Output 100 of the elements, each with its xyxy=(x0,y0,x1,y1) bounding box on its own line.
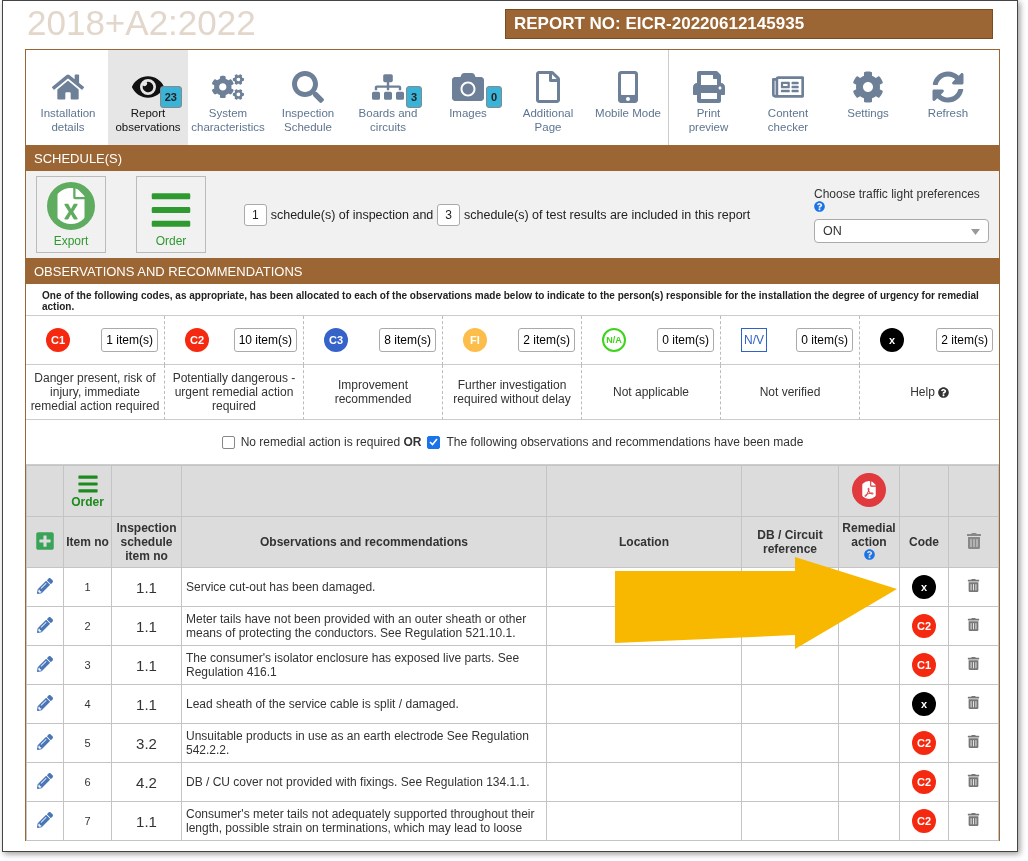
count-badge: 0 xyxy=(485,86,502,108)
code-description: Improvement recommended xyxy=(333,378,413,406)
delete-icon[interactable] xyxy=(967,657,980,670)
code-badge: C1 xyxy=(46,328,70,352)
delete-icon[interactable] xyxy=(967,813,980,826)
checkbox[interactable] xyxy=(427,435,441,449)
observation-text: Lead sheath of the service cable is split / damaged. xyxy=(186,697,459,711)
code-badge: C1 xyxy=(912,653,936,677)
schedule-text: schedule(s) of test results are included in this report xyxy=(464,207,751,222)
add-icon[interactable] xyxy=(35,530,55,551)
item-count: 1 item(s) xyxy=(101,328,158,352)
toolbar-label: Images xyxy=(449,106,487,120)
code-badge: x xyxy=(880,328,904,352)
toolbar-icon xyxy=(372,71,404,103)
toolbar-item[interactable]: System characteristics xyxy=(188,50,268,145)
column-header: Inspection schedule item no xyxy=(116,521,177,563)
count-badge: 3 xyxy=(405,86,422,108)
toolbar-icon xyxy=(452,71,484,103)
toolbar-item[interactable]: 0 Images xyxy=(428,50,508,145)
delete-icon[interactable] xyxy=(967,618,980,631)
edit-icon[interactable] xyxy=(37,733,53,750)
observation-text: Consumer's meter tails not adequately supported throughout their length, possible strain on terminations, which may lead to loose xyxy=(186,807,535,835)
code-badge: N/A xyxy=(602,328,626,352)
toolbar-item[interactable]: 3 Boards and circuits xyxy=(348,50,428,145)
toolbar-label: Mobile Mode xyxy=(595,106,661,120)
toolbar-label: Content checker xyxy=(766,106,810,134)
checkbox-label: No remedial action is required OR xyxy=(240,435,422,449)
checkbox[interactable] xyxy=(221,435,235,449)
schedule-item-number: 4.2 xyxy=(136,773,157,791)
delete-icon[interactable] xyxy=(967,774,980,787)
toolbar-label: Installation details xyxy=(39,106,97,134)
delete-icon[interactable] xyxy=(967,735,980,748)
toolbar-item[interactable]: Installation details xyxy=(28,50,108,145)
item-count: 8 item(s) xyxy=(379,328,436,352)
caret-icon xyxy=(971,228,980,235)
schedule-item-number: 3.2 xyxy=(136,734,157,752)
code-description[interactable]: Help xyxy=(910,385,935,399)
item-count: 0 item(s) xyxy=(796,328,853,352)
code-badge: N/V xyxy=(741,328,767,352)
code-badge: x xyxy=(912,692,936,716)
edit-icon[interactable] xyxy=(37,772,53,789)
delete-icon[interactable] xyxy=(967,696,980,709)
code-badge: C2 xyxy=(912,614,936,638)
edit-icon[interactable] xyxy=(37,577,53,594)
observation-text: Meter tails have not been provided with an outer sheath or other means of protecting the conductors. See Regulation 521.10.1. xyxy=(186,612,527,640)
item-count: 10 item(s) xyxy=(233,328,297,352)
toolbar-label: Boards and circuits xyxy=(357,106,419,134)
order-button[interactable]: Order xyxy=(136,176,206,253)
schedule-text: schedule(s) of inspection and xyxy=(270,207,434,222)
pdf-icon[interactable] xyxy=(852,472,886,507)
code-badge: C2 xyxy=(912,809,936,833)
item-count: 2 item(s) xyxy=(936,328,993,352)
toolbar-item[interactable]: Mobile Mode xyxy=(588,50,668,145)
item-number: 4 xyxy=(84,698,91,710)
toolbar-label: Report observations xyxy=(114,106,182,134)
toolbar-item[interactable]: Inspection Schedule xyxy=(268,50,348,145)
edit-icon[interactable] xyxy=(37,694,53,711)
column-header: DB / Circuit reference xyxy=(757,528,823,556)
test-count-field[interactable]: 3 xyxy=(437,203,460,226)
code-badge: C2 xyxy=(912,731,936,755)
item-number: 5 xyxy=(84,737,91,749)
toolbar-item[interactable]: Settings xyxy=(828,50,908,145)
edit-icon[interactable] xyxy=(37,655,53,672)
item-count: 2 item(s) xyxy=(518,328,575,352)
code-description: Danger present, risk of injury, immediate remedial action required xyxy=(30,371,160,413)
column-header: Item no xyxy=(66,535,109,549)
section-header: SCHEDULE(S) xyxy=(26,145,999,171)
column-header: Observations and recommendations xyxy=(259,535,469,549)
observation-text: DB / CU cover not provided with fixings. See Regulation 134.1.1. xyxy=(186,775,530,789)
toolbar-item[interactable]: Additional Page xyxy=(508,50,588,145)
edit-icon[interactable] xyxy=(37,616,53,633)
traffic-light-select[interactable]: ON xyxy=(814,218,989,243)
delete-icon[interactable] xyxy=(965,532,982,549)
inspection-count-field[interactable]: 1 xyxy=(244,203,267,226)
menu-icon xyxy=(76,473,99,495)
export-button[interactable]: Export xyxy=(36,176,106,253)
delete-icon[interactable] xyxy=(967,579,980,592)
toolbar-item[interactable]: Content checker xyxy=(748,50,828,145)
toolbar-item[interactable]: 23 Report observations xyxy=(108,50,188,145)
schedule-item-number: 1.1 xyxy=(136,656,157,674)
edit-icon[interactable] xyxy=(37,811,53,828)
toolbar-item[interactable]: Refresh xyxy=(908,50,988,145)
section-header: OBSERVATIONS AND RECOMMENDATIONS xyxy=(26,258,999,284)
observation-text: Unsuitable products in use as an earth electrode See Regulation 542.2.2. xyxy=(186,729,529,757)
observation-text: The consumer's isolator enclosure has exposed live parts. See Regulation 416.1 xyxy=(186,651,520,679)
item-number: 3 xyxy=(84,659,91,671)
toolbar-label: Inspection Schedule xyxy=(280,106,336,134)
toolbar-icon xyxy=(212,71,244,103)
toolbar-icon xyxy=(932,71,964,103)
checkbox-label: The following observations and recommendations have been made xyxy=(446,435,804,449)
toolbar-label: System characteristics xyxy=(190,106,266,134)
code-badge: FI xyxy=(463,328,487,352)
code-badge: C2 xyxy=(912,770,936,794)
toolbar-label: Settings xyxy=(847,106,889,120)
code-description: Not verified xyxy=(759,385,821,399)
toolbar-label: Additional Page xyxy=(521,106,575,134)
code-description: Potentially dangerous - urgent remedial action required xyxy=(171,371,297,413)
report-number: REPORT NO: EICR-20220612145935 xyxy=(505,9,993,39)
help-icon[interactable] xyxy=(937,386,949,398)
toolbar-label: Print preview xyxy=(687,106,730,134)
